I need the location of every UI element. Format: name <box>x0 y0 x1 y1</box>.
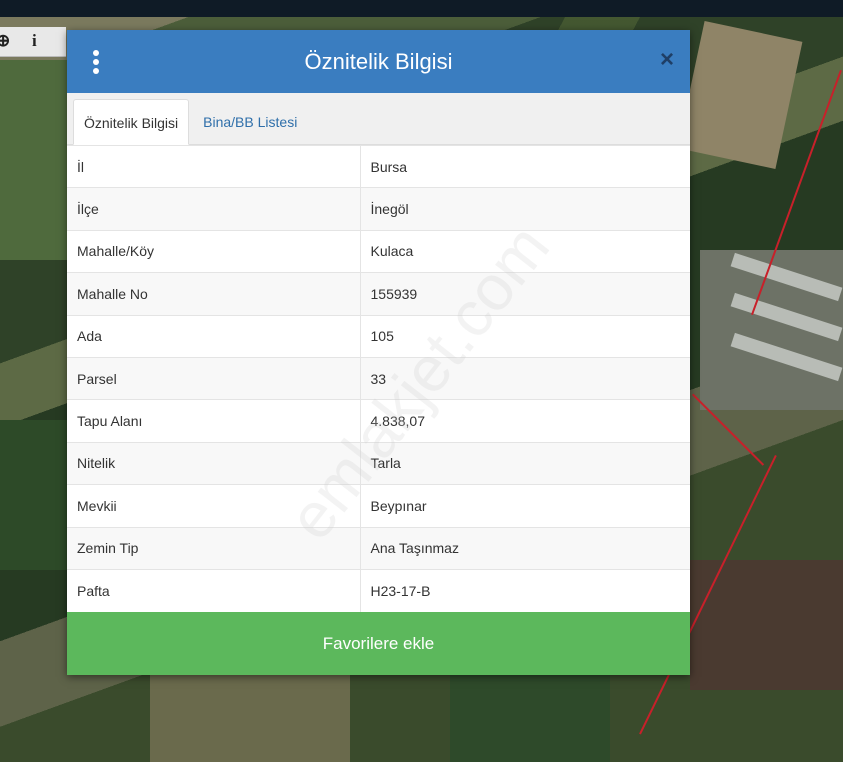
map-field <box>0 60 67 260</box>
attribute-key: Mevkii <box>67 484 361 528</box>
attribute-key: Pafta <box>67 568 361 612</box>
attribute-key: Nitelik <box>67 441 361 485</box>
attribute-table: İl Bursa İlçe İnegöl Mahalle/Köy Kulaca Mahall… <box>67 144 690 612</box>
map-field <box>0 420 67 570</box>
dialog-title: Öznitelik Bilgisi <box>304 48 453 74</box>
attribute-value: 33 <box>360 356 690 400</box>
attribute-info-dialog: Öznitelik Bilgisi × Öznitelik Bilgisi Bi… <box>67 30 690 675</box>
table-row: Parsel 33 <box>67 356 690 400</box>
map-field <box>450 675 610 762</box>
table-row: Ada 105 <box>67 314 690 358</box>
table-row: İlçe İnegöl <box>67 187 690 231</box>
dialog-header: Öznitelik Bilgisi × <box>67 30 690 93</box>
tab-attribute-info[interactable]: Öznitelik Bilgisi <box>73 99 190 145</box>
attribute-key: Tapu Alanı <box>67 399 361 443</box>
attribute-key: Ada <box>67 314 361 358</box>
map-field <box>677 21 803 169</box>
table-row: Mevkii Beypınar <box>67 484 690 528</box>
tab-building-list[interactable]: Bina/BB Listesi <box>189 99 307 145</box>
table-row: Zemin Tip Ana Taşınmaz <box>67 526 690 570</box>
attribute-value: Beypınar <box>360 484 690 528</box>
attribute-value: İnegöl <box>360 187 690 231</box>
table-row: Mahalle No 155939 <box>67 272 690 316</box>
tab-bar: Öznitelik Bilgisi Bina/BB Listesi <box>67 93 690 145</box>
pan-tool-icon[interactable]: ⊕ <box>0 31 10 51</box>
info-tool-icon[interactable]: i <box>32 31 37 51</box>
attribute-value: 4.838,07 <box>360 399 690 443</box>
attribute-value: 155939 <box>360 272 690 316</box>
table-row: Pafta H23-17-B <box>67 568 690 612</box>
attribute-value: H23-17-B <box>360 568 690 612</box>
attribute-key: Mahalle/Köy <box>67 229 361 273</box>
attribute-value: Tarla <box>360 441 690 485</box>
menu-dots-icon[interactable] <box>91 50 101 74</box>
table-row: Mahalle/Köy Kulaca <box>67 229 690 273</box>
table-row: Nitelik Tarla <box>67 441 690 485</box>
add-to-favorites-button[interactable]: Favorilere ekle <box>67 612 690 675</box>
attribute-key: Mahalle No <box>67 272 361 316</box>
attribute-key: İlçe <box>67 187 361 231</box>
attribute-value: Bursa <box>360 144 690 188</box>
attribute-key: Parsel <box>67 356 361 400</box>
map-toolbar: ⊕ i <box>0 27 66 57</box>
attribute-value: 105 <box>360 314 690 358</box>
map-field <box>150 675 350 762</box>
table-row: İl Bursa <box>67 144 690 188</box>
attribute-value: Ana Taşınmaz <box>360 526 690 570</box>
attribute-key: Zemin Tip <box>67 526 361 570</box>
table-row: Tapu Alanı 4.838,07 <box>67 399 690 443</box>
close-icon[interactable]: × <box>660 46 674 74</box>
attribute-key: İl <box>67 144 361 188</box>
attribute-value: Kulaca <box>360 229 690 273</box>
top-bar <box>0 0 843 17</box>
